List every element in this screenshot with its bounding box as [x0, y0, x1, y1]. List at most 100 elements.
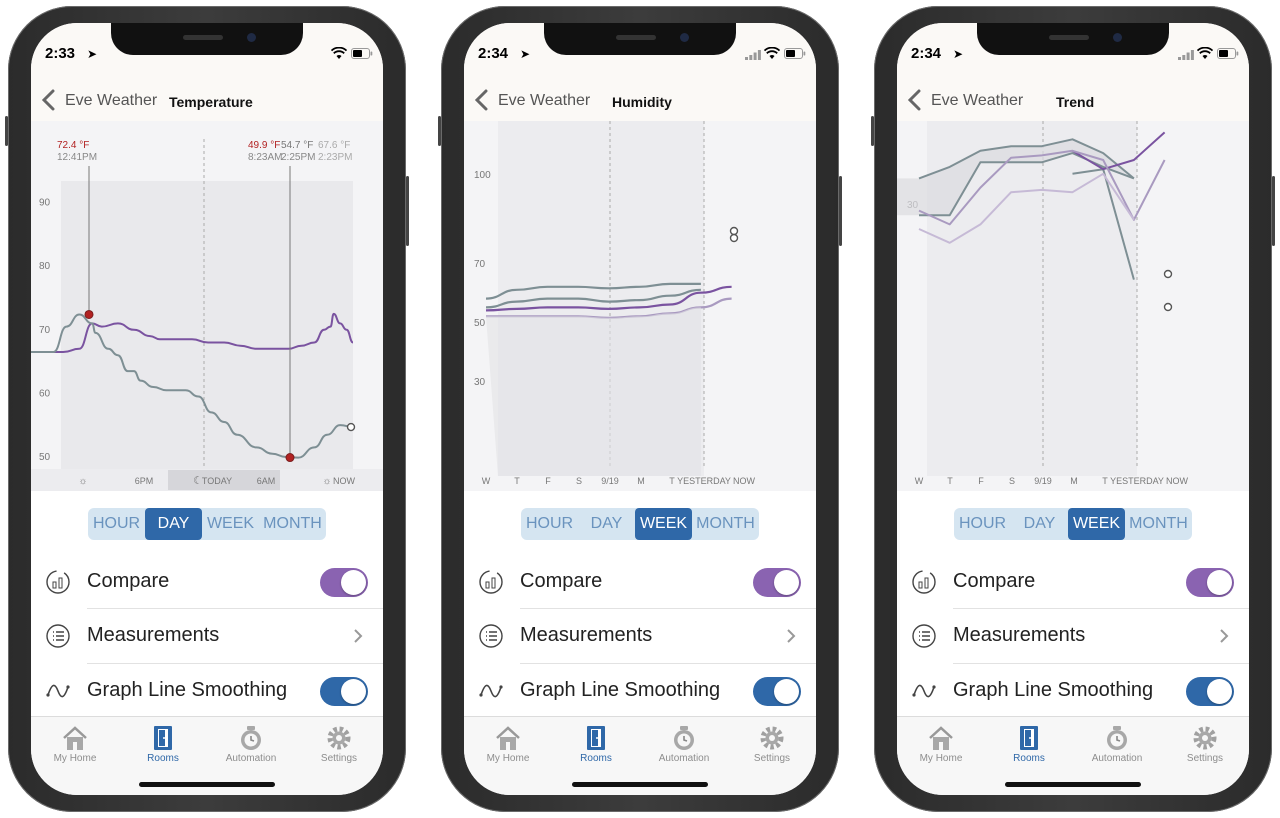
y-tick-label: 70: [39, 325, 51, 336]
back-chevron-icon[interactable]: [907, 89, 921, 111]
tab-my-home[interactable]: My Home: [903, 725, 979, 769]
humidity-chart[interactable]: 100705030W T F S 9/19 M T YESTERDAY NOW: [464, 121, 816, 491]
x-tick-label: YESTERDAY: [677, 476, 731, 486]
tab-rooms[interactable]: Rooms: [125, 725, 201, 769]
measurements-label[interactable]: Measurements: [87, 624, 219, 647]
tab-label: Automation: [1091, 753, 1143, 764]
tab-label: Rooms: [1013, 753, 1045, 764]
notch: [977, 23, 1169, 55]
wifi-icon: [1197, 47, 1213, 59]
measurements-label[interactable]: Measurements: [953, 624, 1085, 647]
smoothing-toggle[interactable]: [320, 677, 368, 706]
area-fill: [486, 307, 701, 476]
tab-label: My Home: [919, 753, 963, 764]
home-indicator: [572, 782, 708, 787]
min-marker-dot: [285, 453, 295, 463]
smoothing-label: Graph Line Smoothing: [520, 679, 721, 701]
measurements-label[interactable]: Measurements: [520, 624, 652, 647]
house-icon: [63, 726, 87, 750]
segment-hour[interactable]: HOUR: [521, 508, 578, 540]
segment-month[interactable]: MONTH: [259, 508, 326, 540]
x-tick-label: W: [482, 476, 491, 486]
tab-my-home[interactable]: My Home: [470, 725, 546, 769]
x-tick-label: T: [669, 476, 675, 486]
y-tick-label: 70: [474, 259, 486, 270]
divider: [520, 608, 816, 609]
current-value-dot: [1163, 269, 1173, 279]
y-tick-label: 80: [39, 261, 51, 272]
list-icon: [912, 624, 936, 648]
home-indicator: [1005, 782, 1141, 787]
x-tick-label: S: [1009, 476, 1015, 486]
nav-bar: Eve Weather Temperature: [31, 71, 383, 122]
tab-settings[interactable]: Settings: [301, 725, 377, 769]
tab-my-home[interactable]: My Home: [37, 725, 113, 769]
tab-settings[interactable]: Settings: [1167, 725, 1243, 769]
chevron-right-icon[interactable]: [786, 628, 796, 644]
trend-chart[interactable]: 30WTFS9/19MTYESTERDAYNOW: [897, 121, 1249, 491]
compare-toggle[interactable]: [753, 568, 801, 597]
y-tick-label: 50: [39, 452, 51, 463]
phone-temperature: 2:33 ➤ Eve Weather Temperature 90 80 70 60 5…: [5, 6, 409, 812]
wifi-icon: [764, 47, 780, 59]
smoothing-toggle[interactable]: [753, 677, 801, 706]
segment-week[interactable]: WEEK: [1068, 508, 1125, 540]
list-icon: [46, 624, 70, 648]
annotation-time: 8:23AM: [248, 152, 282, 163]
list-icon: [479, 624, 503, 648]
tab-automation[interactable]: Automation: [213, 725, 289, 769]
x-tick-label: W: [915, 476, 924, 486]
house-icon: [929, 726, 953, 750]
tab-label: Automation: [225, 753, 277, 764]
x-tick-label: 9/19: [601, 476, 619, 486]
y-tick-label: 100: [474, 170, 491, 181]
screen: 2:34 ➤ Eve Weather Humidity 100 70 50 30 W T F…: [464, 23, 816, 795]
tab-automation[interactable]: Automation: [1079, 725, 1155, 769]
segment-hour[interactable]: HOUR: [88, 508, 145, 540]
compare-icon: [912, 570, 936, 594]
smoothing-curve-icon: [479, 684, 503, 698]
smoothing-toggle[interactable]: [1186, 677, 1234, 706]
compare-toggle[interactable]: [1186, 568, 1234, 597]
back-button[interactable]: Eve Weather: [65, 92, 157, 110]
chevron-right-icon[interactable]: [1219, 628, 1229, 644]
compare-toggle[interactable]: [320, 568, 368, 597]
divider: [520, 663, 816, 664]
temperature-chart[interactable]: 90 80 70 60 50 72.4 °F12:41PM 49.9 °F8:23AM54.…: [31, 121, 383, 491]
battery-icon: [351, 48, 373, 59]
tab-rooms[interactable]: Rooms: [558, 725, 634, 769]
segment-week[interactable]: WEEK: [202, 508, 259, 540]
segment-hour[interactable]: HOUR: [954, 508, 1011, 540]
x-tick-label: M: [637, 476, 645, 486]
segment-day[interactable]: DAY: [1011, 508, 1068, 540]
cellular-signal-icon: [745, 50, 761, 60]
smoothing-curve-icon: [46, 684, 70, 698]
x-tick-label: F: [545, 476, 551, 486]
x-tick-label: NOW: [1166, 476, 1189, 486]
back-chevron-icon[interactable]: [41, 89, 55, 111]
annotation-value: 49.9 °F: [248, 140, 280, 151]
cellular-signal-icon: [1178, 50, 1194, 60]
automation-clock-icon: [241, 726, 261, 750]
back-button[interactable]: Eve Weather: [498, 92, 590, 110]
chevron-right-icon[interactable]: [353, 628, 363, 644]
segment-month[interactable]: MONTH: [692, 508, 759, 540]
divider: [87, 663, 383, 664]
tab-rooms[interactable]: Rooms: [991, 725, 1067, 769]
segment-day[interactable]: DAY: [578, 508, 635, 540]
max-marker-dot: [84, 309, 94, 319]
door-icon: [1020, 726, 1038, 750]
back-chevron-icon[interactable]: [474, 89, 488, 111]
back-button[interactable]: Eve Weather: [931, 92, 1023, 110]
x-tick-label: NOW: [733, 476, 756, 486]
tab-settings[interactable]: Settings: [734, 725, 810, 769]
segment-week[interactable]: WEEK: [635, 508, 692, 540]
y-tick-label: 30: [474, 377, 486, 388]
segment-day[interactable]: DAY: [145, 508, 202, 540]
divider: [953, 663, 1249, 664]
tab-automation[interactable]: Automation: [646, 725, 722, 769]
x-tick-label: YESTERDAY: [1110, 476, 1164, 486]
notch: [111, 23, 303, 55]
x-tick-label: TODAY: [202, 476, 232, 486]
segment-month[interactable]: MONTH: [1125, 508, 1192, 540]
